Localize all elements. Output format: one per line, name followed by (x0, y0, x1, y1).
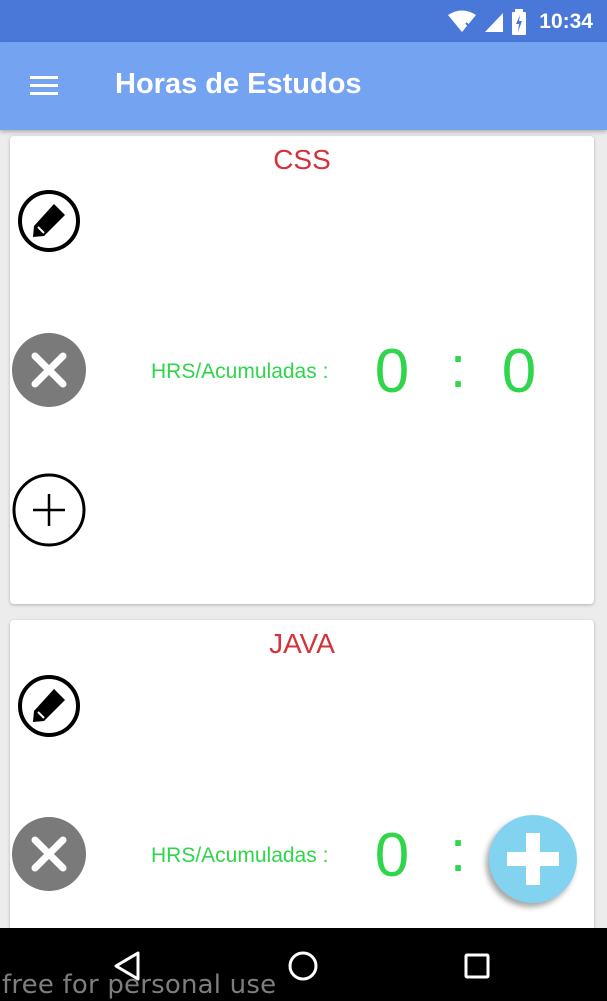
hours-value: 0 (374, 821, 410, 890)
home-icon[interactable] (283, 946, 323, 986)
card-title: JAVA (269, 628, 335, 659)
hrs-accumulated-label: HRS/Acumuladas : (151, 844, 329, 867)
add-subject-fab[interactable] (489, 815, 577, 903)
add-hours-icon[interactable] (11, 472, 87, 548)
wifi-icon (448, 10, 477, 32)
delete-icon[interactable] (11, 816, 87, 892)
signal-icon (485, 13, 504, 32)
card-title: CSS (273, 144, 331, 175)
delete-icon[interactable] (11, 332, 87, 408)
app-bar: Horas de Estudos (0, 42, 607, 130)
app-title: Horas de Estudos (115, 68, 362, 100)
status-icons: 10:34 (447, 9, 593, 35)
status-time: 10:34 (539, 10, 593, 33)
hamburger-menu-icon[interactable] (28, 70, 62, 100)
time-separator: : (449, 335, 467, 400)
minutes-value: 0 (501, 337, 537, 406)
hrs-accumulated-label: HRS/Acumuladas : (151, 360, 329, 383)
status-bar: 10:34 (0, 0, 607, 42)
edit-pencil-icon[interactable] (17, 189, 81, 253)
battery-icon (512, 9, 527, 35)
edit-pencil-icon[interactable] (17, 674, 81, 738)
time-separator: : (449, 819, 467, 884)
recents-icon[interactable] (457, 946, 497, 986)
watermark-text: free for personal use (2, 970, 277, 1000)
subject-card-css: CSS HRS/Acumuladas : 0 : 0 (10, 136, 594, 604)
hours-value: 0 (374, 337, 410, 406)
add-icon (507, 833, 559, 885)
